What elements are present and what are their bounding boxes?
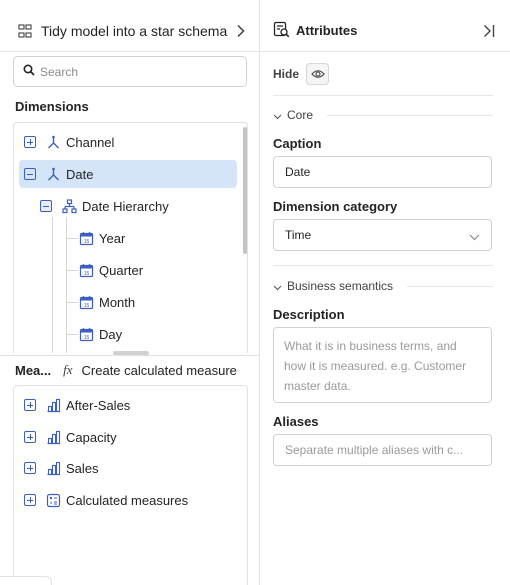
function-icon[interactable]: fx [63, 362, 72, 378]
svg-text:15: 15 [83, 239, 89, 245]
tree-item-sales[interactable]: Sales [19, 454, 237, 482]
tree-item-year[interactable]: 15 Year [78, 224, 228, 252]
measure-group-icon [45, 429, 61, 445]
expand-icon[interactable] [24, 462, 36, 474]
eye-icon [310, 67, 325, 82]
business-semantics-label: Business semantics [287, 279, 394, 293]
core-group-label: Core [287, 108, 314, 122]
calendar-icon: 15 [78, 230, 94, 246]
tree-item-label: Calculated measures [66, 492, 189, 508]
caption-input[interactable] [285, 165, 480, 179]
group-rule [327, 114, 493, 116]
attributes-panel: Attributes Hide Core Caption Dimension c… [261, 0, 510, 585]
attributes-title: Attributes [296, 23, 358, 38]
calendar-icon: 15 [78, 326, 94, 342]
calculator-icon [45, 492, 61, 508]
model-title: Tidy model into a star schema [41, 22, 228, 39]
dimension-tree: Channel Date Date Hierarchy 15 Year 15 Q… [13, 122, 248, 353]
tree-connector [66, 238, 78, 239]
tree-item-channel[interactable]: Channel [19, 128, 237, 156]
collapse-icon[interactable] [40, 200, 52, 212]
expand-icon[interactable] [24, 399, 36, 411]
aliases-label: Aliases [273, 414, 319, 429]
measures-heading: Mea... [15, 362, 52, 378]
tree-connector [52, 217, 53, 353]
expand-icon[interactable] [24, 494, 36, 506]
caption-field[interactable] [273, 156, 492, 188]
chevron-down-icon [273, 279, 282, 294]
calendar-icon: 15 [78, 262, 94, 278]
tree-item-label: Month [99, 294, 136, 310]
hide-toggle-button[interactable] [306, 63, 330, 85]
collapse-panel-icon[interactable] [482, 24, 496, 38]
calendar-icon: 15 [78, 294, 94, 310]
aliases-input[interactable] [285, 443, 480, 457]
tree-item-calculated-measures[interactable]: Calculated measures [19, 486, 237, 514]
measure-group-icon [45, 397, 61, 413]
hide-row: Hide [273, 63, 330, 85]
chevron-down-icon [469, 230, 480, 244]
tree-item-label: Channel [66, 134, 115, 150]
tree-item-label: Quarter [99, 262, 144, 278]
attributes-header: Attributes [261, 10, 510, 52]
model-icon [18, 23, 34, 39]
tree-item-date-hierarchy[interactable]: Date Hierarchy [36, 192, 236, 220]
hide-label: Hide [273, 67, 300, 81]
tree-item-label: Date Hierarchy [82, 198, 169, 214]
model-header: Tidy model into a star schema [0, 10, 259, 52]
dimensions-heading: Dimensions [15, 99, 89, 114]
tree-item-day[interactable]: 15 Day [78, 320, 228, 348]
tree-item-month[interactable]: 15 Month [78, 288, 228, 316]
tree-item-capacity[interactable]: Capacity [19, 423, 237, 451]
tree-scrollbar[interactable] [243, 127, 247, 254]
attributes-icon [273, 21, 290, 41]
description-textarea[interactable] [273, 327, 492, 403]
dimension-category-value: Time [285, 228, 312, 242]
search-icon [23, 64, 35, 79]
dimension-category-label: Dimension category [273, 199, 398, 214]
measure-group-icon [45, 460, 61, 476]
tree-item-label: After-Sales [66, 397, 131, 413]
business-semantics-group-toggle[interactable]: Business semantics [273, 277, 493, 295]
tree-item-label: Sales [66, 460, 99, 476]
tree-connector [66, 334, 78, 335]
collapse-icon[interactable] [24, 168, 36, 180]
chevron-down-icon [273, 108, 282, 123]
group-rule [407, 285, 493, 287]
caption-label: Caption [273, 136, 322, 151]
model-panel: Tidy model into a star schema Dimensions… [0, 0, 260, 585]
search-box [13, 56, 247, 87]
tree-connector [66, 302, 78, 303]
description-label: Description [273, 307, 345, 322]
measures-header: Mea... fx Create calculated measure [15, 361, 237, 379]
divider [273, 265, 493, 266]
core-group-toggle[interactable]: Core [273, 106, 493, 124]
dimension-icon [45, 166, 61, 182]
tree-item-after-sales[interactable]: After-Sales [19, 391, 237, 419]
dimension-category-select[interactable]: Time [273, 219, 492, 251]
collapsed-tab[interactable] [0, 576, 52, 585]
expand-icon[interactable] [24, 136, 36, 148]
tree-item-date[interactable]: Date [19, 160, 237, 188]
create-calculated-measure-button[interactable]: Create calculated measure [82, 363, 237, 378]
svg-text:15: 15 [83, 271, 89, 277]
tree-item-quarter[interactable]: 15 Quarter [78, 256, 228, 284]
panel-divider [0, 355, 259, 356]
tree-item-label: Capacity [66, 429, 117, 445]
tree-connector [66, 270, 78, 271]
expand-icon[interactable] [24, 431, 36, 443]
search-input[interactable] [40, 64, 230, 79]
divider [273, 95, 493, 96]
svg-text:15: 15 [83, 303, 89, 309]
chevron-right-icon[interactable] [233, 24, 247, 38]
hierarchy-icon [61, 198, 77, 214]
tree-item-label: Year [99, 230, 126, 246]
dimension-icon [45, 134, 61, 150]
svg-text:15: 15 [83, 335, 89, 341]
aliases-field[interactable] [273, 434, 492, 466]
tree-item-label: Day [99, 326, 123, 342]
tree-item-label: Date [66, 166, 94, 182]
measure-tree: After-Sales Capacity Sales Calculated me… [13, 385, 248, 585]
